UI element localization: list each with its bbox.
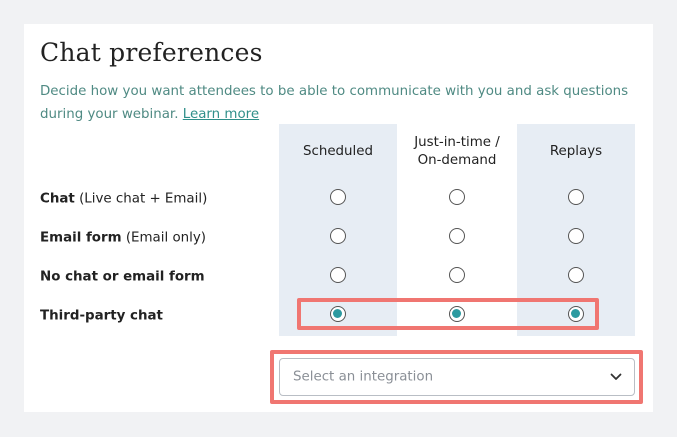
- row-label-email-form: Email form (Email only): [40, 231, 206, 246]
- radio-replays[interactable]: [568, 189, 584, 205]
- radio-just-in-time[interactable]: [449, 267, 465, 283]
- column-header-just-in-time: Just-in-time / On-demand: [398, 128, 516, 176]
- integration-select-placeholder: Select an integration: [293, 369, 434, 385]
- row-label-bold: Third-party chat: [40, 308, 163, 324]
- column-header-scheduled: Scheduled: [279, 128, 397, 176]
- radio-scheduled[interactable]: [330, 228, 346, 244]
- radio-just-in-time-selected[interactable]: [449, 306, 465, 322]
- chat-preferences-card: Chat preferences Decide how you want att…: [24, 24, 653, 412]
- row-label-detail: (Email only): [121, 230, 206, 246]
- section-description: Decide how you want attendees to be able…: [40, 80, 640, 126]
- radio-just-in-time[interactable]: [449, 228, 465, 244]
- radio-replays-selected[interactable]: [568, 306, 584, 322]
- row-label-bold: Email form: [40, 230, 122, 246]
- integration-select[interactable]: Select an integration: [279, 358, 635, 396]
- column-header-replays: Replays: [517, 128, 635, 176]
- column-header-label: Scheduled: [302, 144, 374, 159]
- radio-scheduled[interactable]: [330, 267, 346, 283]
- column-header-label: Replays: [549, 144, 603, 159]
- column-header-label: Just-in-time / On-demand: [414, 135, 500, 168]
- radio-scheduled-selected[interactable]: [330, 306, 346, 322]
- row-label-detail: (Live chat + Email): [74, 191, 208, 207]
- radio-just-in-time[interactable]: [449, 189, 465, 205]
- radio-scheduled[interactable]: [330, 189, 346, 205]
- radio-replays[interactable]: [568, 228, 584, 244]
- description-text: Decide how you want attendees to be able…: [40, 84, 629, 122]
- row-label-bold: Chat: [40, 191, 75, 207]
- row-label-no-chat: No chat or email form: [40, 270, 205, 285]
- row-label-bold: No chat or email form: [40, 269, 205, 285]
- chevron-down-icon: [610, 373, 622, 380]
- radio-replays[interactable]: [568, 267, 584, 283]
- row-label-third-party: Third-party chat: [40, 309, 163, 324]
- learn-more-link[interactable]: Learn more: [183, 107, 259, 122]
- row-label-chat: Chat (Live chat + Email): [40, 192, 207, 207]
- section-title: Chat preferences: [40, 38, 263, 67]
